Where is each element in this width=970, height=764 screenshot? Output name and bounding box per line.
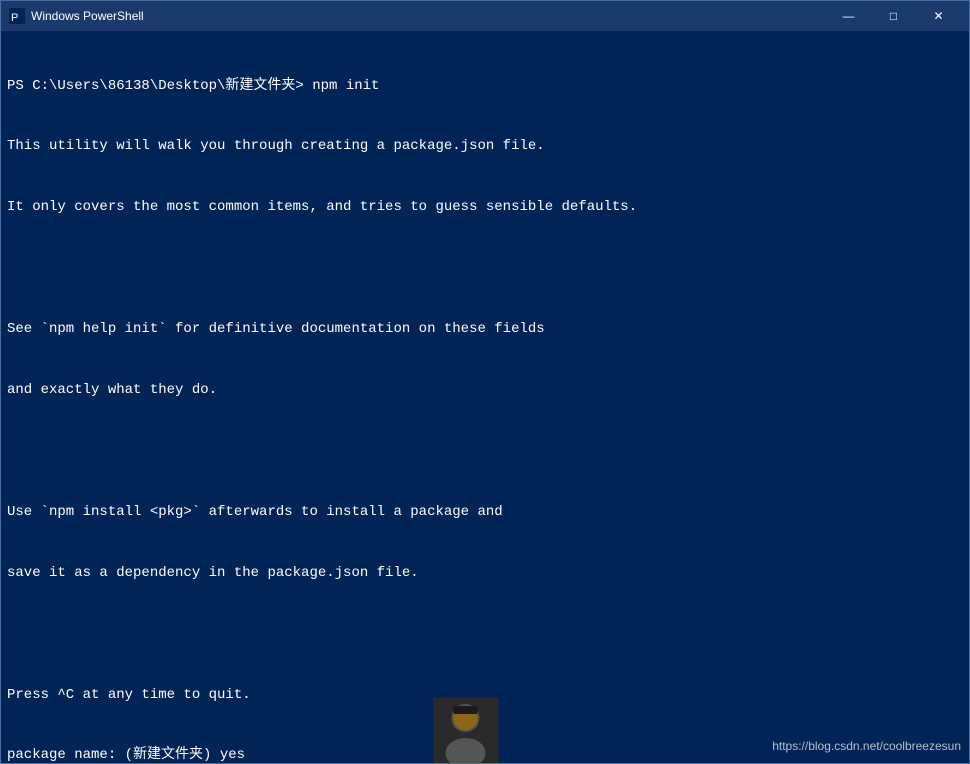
- window-title: Windows PowerShell: [31, 9, 826, 23]
- close-button[interactable]: ✕: [916, 1, 961, 31]
- minimize-button[interactable]: —: [826, 1, 871, 31]
- window-controls: — □ ✕: [826, 1, 961, 31]
- line-1: PS C:\Users\86138\Desktop\新建文件夹> npm ini…: [7, 76, 963, 96]
- line-4: [7, 258, 963, 278]
- line-7: [7, 441, 963, 461]
- app-icon: P: [9, 8, 25, 24]
- powershell-window: P Windows PowerShell — □ ✕ PS C:\Users\8…: [0, 0, 970, 764]
- maximize-button[interactable]: □: [871, 1, 916, 31]
- titlebar: P Windows PowerShell — □ ✕: [1, 1, 969, 31]
- terminal-body[interactable]: PS C:\Users\86138\Desktop\新建文件夹> npm ini…: [1, 31, 969, 763]
- svg-text:P: P: [11, 12, 18, 24]
- line-3: It only covers the most common items, an…: [7, 197, 963, 217]
- terminal-content: PS C:\Users\86138\Desktop\新建文件夹> npm ini…: [7, 35, 963, 763]
- line-6: and exactly what they do.: [7, 380, 963, 400]
- watermark: https://blog.csdn.net/coolbreezesun: [772, 738, 961, 755]
- line-2: This utility will walk you through creat…: [7, 136, 963, 156]
- line-9: save it as a dependency in the package.j…: [7, 563, 963, 583]
- line-10: [7, 624, 963, 644]
- line-8: Use `npm install <pkg>` afterwards to in…: [7, 502, 963, 522]
- line-5: See `npm help init` for definitive docum…: [7, 319, 963, 339]
- avatar: [433, 698, 498, 763]
